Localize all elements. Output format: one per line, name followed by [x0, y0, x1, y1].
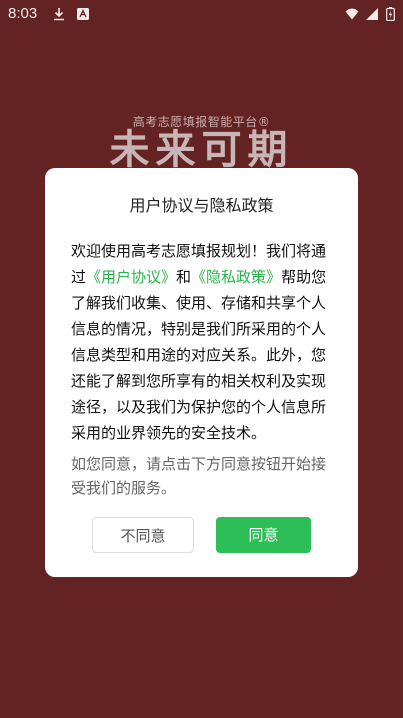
privacy-dialog: 用户协议与隐私政策 欢迎使用高考志愿填报规划！我们将通过《用户协议》和《隐私政策…: [45, 168, 358, 577]
body-text-and: 和: [176, 268, 192, 286]
status-bar: 8:03: [0, 0, 403, 28]
dialog-body: 欢迎使用高考志愿填报规划！我们将通过《用户协议》和《隐私政策》帮助您了解我们收集…: [71, 238, 332, 446]
body-text-rest: 帮助您了解我们收集、使用、存储和共享个人信息的情况，特别是我们所采用的个人信息类…: [71, 268, 327, 442]
wifi-icon: [345, 6, 359, 20]
dialog-title: 用户协议与隐私政策: [129, 196, 274, 215]
disagree-button[interactable]: 不同意: [92, 517, 194, 553]
signal-icon: [365, 6, 379, 20]
brand-title: 未来可期: [109, 127, 294, 173]
download-icon: [52, 6, 66, 21]
app-notification-icon: [76, 6, 90, 20]
user-agreement-link[interactable]: 《用户协议》: [86, 268, 176, 286]
status-time: 8:03: [8, 5, 38, 22]
agree-button[interactable]: 同意: [216, 517, 311, 553]
dialog-note: 如您同意，请点击下方同意按钮开始接受我们的服务。: [71, 455, 327, 497]
dialog-button-row: 不同意 同意: [45, 517, 358, 555]
privacy-policy-link[interactable]: 《隐私政策》: [191, 268, 281, 286]
battery-icon: [386, 6, 395, 22]
